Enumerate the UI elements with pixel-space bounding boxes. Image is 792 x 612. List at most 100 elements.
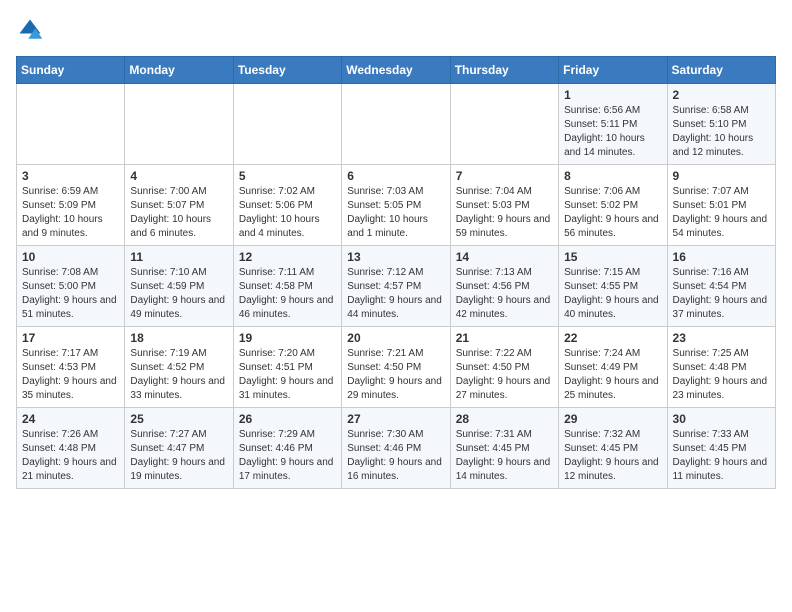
day-number: 28 <box>456 412 553 426</box>
weekday-header: Sunday <box>17 57 125 84</box>
day-info: Sunrise: 6:56 AM Sunset: 5:11 PM Dayligh… <box>564 104 661 160</box>
day-number: 27 <box>347 412 444 426</box>
day-number: 30 <box>673 412 770 426</box>
day-number: 20 <box>347 331 444 345</box>
calendar-cell: 3 Sunrise: 6:59 AM Sunset: 5:09 PM Daylig… <box>17 165 125 246</box>
calendar-cell <box>125 84 233 165</box>
calendar-cell: 12Sunrise: 7:11 AM Sunset: 4:58 PM Dayli… <box>233 246 341 327</box>
weekday-header: Thursday <box>450 57 558 84</box>
calendar-cell: 4Sunrise: 7:00 AM Sunset: 5:07 PM Daylig… <box>125 165 233 246</box>
weekday-header: Saturday <box>667 57 775 84</box>
calendar-cell: 20 Sunrise: 7:21 AM Sunset: 4:50 PM Dayli… <box>342 327 450 408</box>
day-number: 18 <box>130 331 227 345</box>
day-info: Sunrise: 7:17 AM Sunset: 4:53 PM Dayligh… <box>22 347 119 403</box>
day-info: Sunrise: 7:20 AM Sunset: 4:51 PM Dayligh… <box>239 347 336 403</box>
day-info: Sunrise: 7:19 AM Sunset: 4:52 PM Dayligh… <box>130 347 227 403</box>
day-number: 22 <box>564 331 661 345</box>
calendar-cell <box>17 84 125 165</box>
day-info: Sunrise: 7:33 AM Sunset: 4:45 PM Dayligh… <box>673 428 770 484</box>
day-number: 16 <box>673 250 770 264</box>
logo-icon <box>16 16 44 44</box>
day-info: Sunrise: 7:32 AM Sunset: 4:45 PM Dayligh… <box>564 428 661 484</box>
calendar-cell: 16 Sunrise: 7:16 AM Sunset: 4:54 PM Dayli… <box>667 246 775 327</box>
day-info: Sunrise: 6:59 AM Sunset: 5:09 PM Dayligh… <box>22 185 119 241</box>
day-info: Sunrise: 7:15 AM Sunset: 4:55 PM Dayligh… <box>564 266 661 322</box>
header-row: SundayMondayTuesdayWednesdayThursdayFrid… <box>17 57 776 84</box>
day-number: 10 <box>22 250 119 264</box>
calendar-cell: 27 Sunrise: 7:30 AM Sunset: 4:46 PM Dayli… <box>342 408 450 489</box>
calendar-cell <box>342 84 450 165</box>
day-info: Sunrise: 7:08 AM Sunset: 5:00 PM Dayligh… <box>22 266 119 322</box>
calendar-body: 1 Sunrise: 6:56 AM Sunset: 5:11 PM Daylig… <box>17 84 776 489</box>
calendar-cell <box>233 84 341 165</box>
day-info: Sunrise: 7:06 AM Sunset: 5:02 PM Dayligh… <box>564 185 661 241</box>
calendar-cell: 13Sunrise: 7:12 AM Sunset: 4:57 PM Dayli… <box>342 246 450 327</box>
day-number: 17 <box>22 331 119 345</box>
calendar-cell: 9 Sunrise: 7:07 AM Sunset: 5:01 PM Daylig… <box>667 165 775 246</box>
weekday-header: Wednesday <box>342 57 450 84</box>
day-info: Sunrise: 7:24 AM Sunset: 4:49 PM Dayligh… <box>564 347 661 403</box>
day-info: Sunrise: 7:11 AM Sunset: 4:58 PM Dayligh… <box>239 266 336 322</box>
calendar-cell: 5 Sunrise: 7:02 AM Sunset: 5:06 PM Daylig… <box>233 165 341 246</box>
calendar-cell: 17 Sunrise: 7:17 AM Sunset: 4:53 PM Dayli… <box>17 327 125 408</box>
day-info: Sunrise: 7:27 AM Sunset: 4:47 PM Dayligh… <box>130 428 227 484</box>
day-number: 9 <box>673 169 770 183</box>
day-info: Sunrise: 7:25 AM Sunset: 4:48 PM Dayligh… <box>673 347 770 403</box>
day-number: 25 <box>130 412 227 426</box>
calendar-week-row: 10 Sunrise: 7:08 AM Sunset: 5:00 PM Dayli… <box>17 246 776 327</box>
calendar-cell: 19 Sunrise: 7:20 AM Sunset: 4:51 PM Dayli… <box>233 327 341 408</box>
day-info: Sunrise: 7:31 AM Sunset: 4:45 PM Dayligh… <box>456 428 553 484</box>
calendar-cell: 30 Sunrise: 7:33 AM Sunset: 4:45 PM Dayli… <box>667 408 775 489</box>
weekday-header: Monday <box>125 57 233 84</box>
day-info: Sunrise: 7:07 AM Sunset: 5:01 PM Dayligh… <box>673 185 770 241</box>
day-number: 2 <box>673 88 770 102</box>
calendar-cell: 14 Sunrise: 7:13 AM Sunset: 4:56 PM Dayli… <box>450 246 558 327</box>
day-number: 19 <box>239 331 336 345</box>
day-number: 26 <box>239 412 336 426</box>
calendar-table: SundayMondayTuesdayWednesdayThursdayFrid… <box>16 56 776 489</box>
day-number: 8 <box>564 169 661 183</box>
day-number: 23 <box>673 331 770 345</box>
calendar-cell: 25 Sunrise: 7:27 AM Sunset: 4:47 PM Dayli… <box>125 408 233 489</box>
day-number: 1 <box>564 88 661 102</box>
day-info: Sunrise: 7:21 AM Sunset: 4:50 PM Dayligh… <box>347 347 444 403</box>
day-info: Sunrise: 7:10 AM Sunset: 4:59 PM Dayligh… <box>130 266 227 322</box>
calendar-cell: 23 Sunrise: 7:25 AM Sunset: 4:48 PM Dayli… <box>667 327 775 408</box>
weekday-header: Friday <box>559 57 667 84</box>
calendar-week-row: 24 Sunrise: 7:26 AM Sunset: 4:48 PM Dayli… <box>17 408 776 489</box>
day-info: Sunrise: 7:26 AM Sunset: 4:48 PM Dayligh… <box>22 428 119 484</box>
calendar-cell: 21 Sunrise: 7:22 AM Sunset: 4:50 PM Dayli… <box>450 327 558 408</box>
day-info: Sunrise: 7:30 AM Sunset: 4:46 PM Dayligh… <box>347 428 444 484</box>
logo <box>16 16 48 44</box>
day-info: Sunrise: 7:13 AM Sunset: 4:56 PM Dayligh… <box>456 266 553 322</box>
day-info: Sunrise: 7:02 AM Sunset: 5:06 PM Dayligh… <box>239 185 336 241</box>
day-number: 3 <box>22 169 119 183</box>
calendar-cell: 11Sunrise: 7:10 AM Sunset: 4:59 PM Dayli… <box>125 246 233 327</box>
day-info: Sunrise: 7:03 AM Sunset: 5:05 PM Dayligh… <box>347 185 444 241</box>
day-number: 6 <box>347 169 444 183</box>
calendar-cell: 8 Sunrise: 7:06 AM Sunset: 5:02 PM Daylig… <box>559 165 667 246</box>
calendar-week-row: 1 Sunrise: 6:56 AM Sunset: 5:11 PM Daylig… <box>17 84 776 165</box>
day-info: Sunrise: 7:29 AM Sunset: 4:46 PM Dayligh… <box>239 428 336 484</box>
calendar-cell: 22 Sunrise: 7:24 AM Sunset: 4:49 PM Dayli… <box>559 327 667 408</box>
day-number: 14 <box>456 250 553 264</box>
calendar-cell: 28 Sunrise: 7:31 AM Sunset: 4:45 PM Dayli… <box>450 408 558 489</box>
day-number: 4 <box>130 169 227 183</box>
day-number: 29 <box>564 412 661 426</box>
page-header <box>16 16 776 44</box>
calendar-header: SundayMondayTuesdayWednesdayThursdayFrid… <box>17 57 776 84</box>
day-number: 21 <box>456 331 553 345</box>
day-info: Sunrise: 7:22 AM Sunset: 4:50 PM Dayligh… <box>456 347 553 403</box>
calendar-week-row: 3 Sunrise: 6:59 AM Sunset: 5:09 PM Daylig… <box>17 165 776 246</box>
day-number: 5 <box>239 169 336 183</box>
day-info: Sunrise: 7:16 AM Sunset: 4:54 PM Dayligh… <box>673 266 770 322</box>
calendar-cell: 10 Sunrise: 7:08 AM Sunset: 5:00 PM Dayli… <box>17 246 125 327</box>
calendar-cell: 24 Sunrise: 7:26 AM Sunset: 4:48 PM Dayli… <box>17 408 125 489</box>
day-info: Sunrise: 7:04 AM Sunset: 5:03 PM Dayligh… <box>456 185 553 241</box>
calendar-cell <box>450 84 558 165</box>
weekday-header: Tuesday <box>233 57 341 84</box>
day-info: Sunrise: 6:58 AM Sunset: 5:10 PM Dayligh… <box>673 104 770 160</box>
calendar-cell: 29 Sunrise: 7:32 AM Sunset: 4:45 PM Dayli… <box>559 408 667 489</box>
day-number: 24 <box>22 412 119 426</box>
day-number: 15 <box>564 250 661 264</box>
